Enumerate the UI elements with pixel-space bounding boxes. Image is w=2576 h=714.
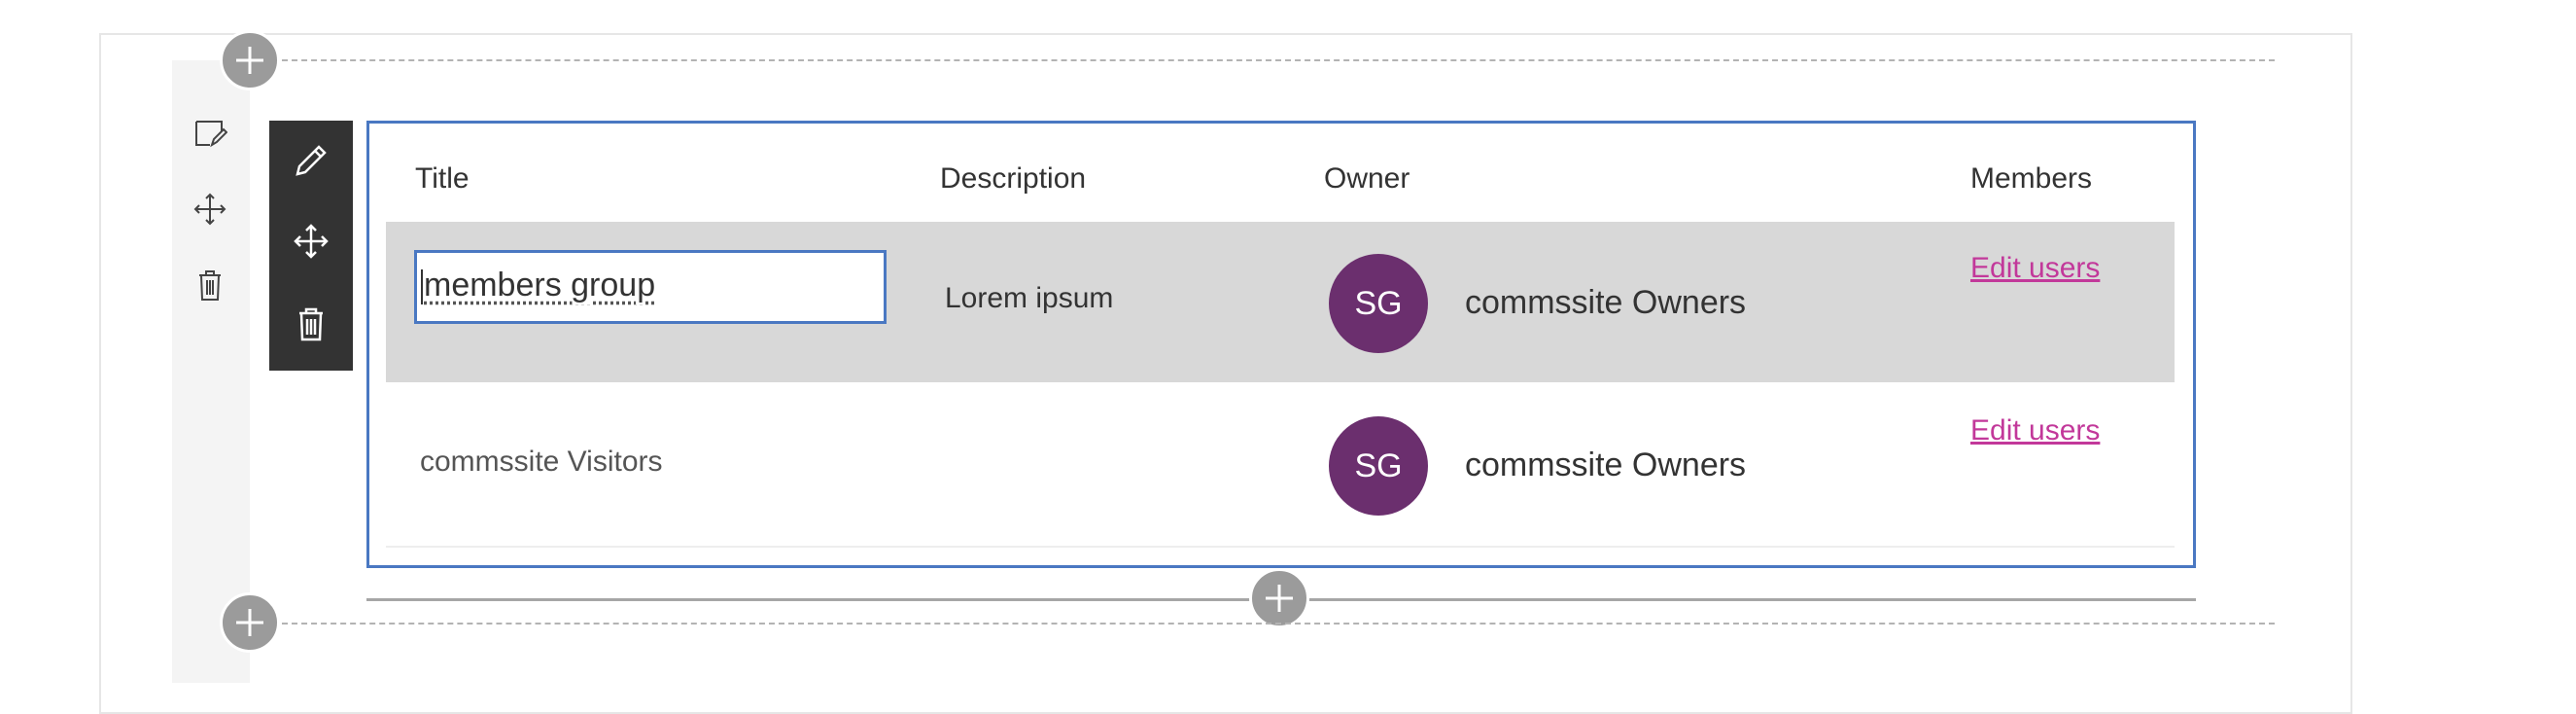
- delete-section-icon[interactable]: [191, 266, 229, 304]
- plus-icon: [236, 609, 263, 636]
- title-input-value: members group: [424, 267, 656, 303]
- column-header-description[interactable]: Description: [940, 162, 1086, 196]
- move-icon: [294, 224, 329, 259]
- edit-webpart-button[interactable]: [282, 131, 340, 190]
- move-section-icon[interactable]: [191, 190, 229, 229]
- plus-icon: [1266, 585, 1293, 612]
- text-caret: [421, 269, 423, 305]
- add-webpart-button[interactable]: [1249, 568, 1309, 628]
- add-section-button-top[interactable]: [220, 30, 280, 90]
- section-divider-bottom: [282, 623, 2275, 625]
- pencil-icon: [296, 145, 327, 176]
- edit-users-link[interactable]: Edit users: [1970, 252, 2100, 285]
- table-row[interactable]: commssite Visitors SG commssite Owners E…: [386, 382, 2175, 548]
- owner-name: commssite Owners: [1465, 284, 1747, 321]
- edit-users-link[interactable]: Edit users: [1970, 414, 2100, 447]
- edit-section-icon[interactable]: [191, 114, 229, 153]
- avatar: SG: [1329, 254, 1428, 353]
- webpart-toolbar: [269, 121, 353, 371]
- description-cell: Lorem ipsum: [945, 282, 1114, 314]
- section-divider-top: [282, 59, 2275, 61]
- plus-icon: [236, 47, 263, 74]
- section-rail: [172, 60, 250, 683]
- table-row[interactable]: members group Lorem ipsum SG commssite O…: [386, 222, 2175, 382]
- owner-name: commssite Owners: [1465, 446, 1747, 483]
- delete-icon: [299, 307, 323, 341]
- add-section-button-bottom[interactable]: [220, 592, 280, 653]
- column-header-members[interactable]: Members: [1970, 162, 2092, 196]
- avatar: SG: [1329, 416, 1428, 516]
- delete-webpart-button[interactable]: [282, 295, 340, 353]
- title-cell: commssite Visitors: [420, 446, 663, 478]
- move-webpart-button[interactable]: [282, 212, 340, 270]
- column-header-owner[interactable]: Owner: [1324, 162, 1410, 196]
- column-header-title[interactable]: Title: [415, 162, 470, 196]
- title-input[interactable]: members group: [414, 250, 887, 324]
